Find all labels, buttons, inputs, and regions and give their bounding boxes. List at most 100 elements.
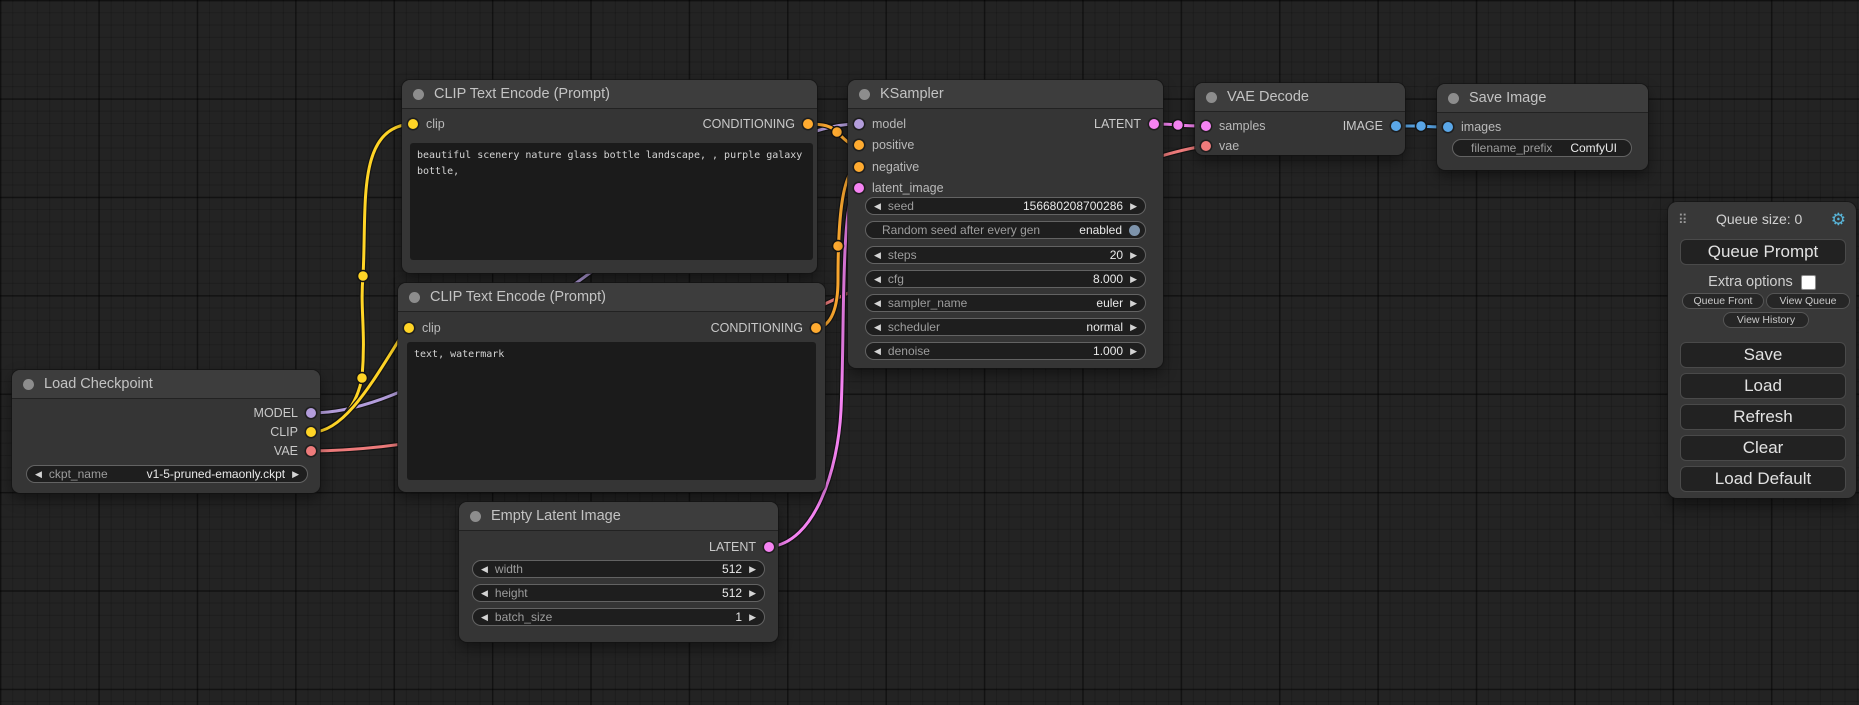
input-port-images[interactable]: images (1443, 120, 1501, 134)
extra-options-checkbox[interactable] (1801, 275, 1816, 290)
collapse-dot-icon[interactable] (859, 89, 870, 100)
decrement-arrow-icon[interactable]: ◀ (874, 299, 881, 308)
node-title-bar[interactable]: Load Checkpoint (12, 370, 320, 398)
increment-arrow-icon[interactable]: ▶ (749, 565, 756, 574)
node-save-image[interactable]: Save Image images filename_prefix ComfyU… (1437, 84, 1648, 170)
output-port-model[interactable]: MODEL (254, 406, 316, 420)
latent-port-icon[interactable] (854, 183, 864, 193)
negative-prompt-textarea[interactable]: text, watermark (407, 342, 816, 480)
output-port-conditioning[interactable]: CONDITIONING (703, 117, 813, 131)
input-port-positive[interactable]: positive (854, 138, 914, 152)
increment-arrow-icon[interactable]: ▶ (1130, 202, 1137, 211)
increment-arrow-icon[interactable]: ▶ (1130, 275, 1137, 284)
load-button[interactable]: Load (1680, 373, 1846, 399)
node-title-bar[interactable]: KSampler (848, 80, 1163, 108)
output-port-clip[interactable]: CLIP (270, 425, 316, 439)
collapse-dot-icon[interactable] (1448, 93, 1459, 104)
node-ksampler[interactable]: KSampler model positive negative latent_… (848, 80, 1163, 368)
output-port-latent[interactable]: LATENT (1094, 117, 1159, 131)
cfg-widget[interactable]: ◀ cfg 8.000 ▶ (865, 270, 1146, 288)
queue-prompt-button[interactable]: Queue Prompt (1680, 239, 1846, 265)
seed-widget[interactable]: ◀ seed 156680208700286 ▶ (865, 197, 1146, 215)
conditioning-port-icon[interactable] (811, 323, 821, 333)
reroute-dot[interactable] (357, 373, 368, 384)
reroute-dot[interactable] (833, 241, 844, 252)
increment-arrow-icon[interactable]: ▶ (749, 589, 756, 598)
queue-panel[interactable]: ⠿ Queue size: 0 ⚙ Queue Prompt Extra opt… (1668, 202, 1856, 498)
latent-port-icon[interactable] (764, 542, 774, 552)
clip-port-icon[interactable] (404, 323, 414, 333)
output-port-conditioning[interactable]: CONDITIONING (711, 321, 821, 335)
reroute-dot[interactable] (832, 127, 843, 138)
node-empty-latent-image[interactable]: Empty Latent Image LATENT ◀ width 512 ▶ … (459, 502, 778, 642)
input-port-negative[interactable]: negative (854, 160, 919, 174)
denoise-widget[interactable]: ◀ denoise 1.000 ▶ (865, 342, 1146, 360)
decrement-arrow-icon[interactable]: ◀ (35, 470, 42, 479)
clip-port-icon[interactable] (408, 119, 418, 129)
steps-widget[interactable]: ◀ steps 20 ▶ (865, 246, 1146, 264)
toggle-enabled-icon[interactable] (1129, 225, 1140, 236)
increment-arrow-icon[interactable]: ▶ (1130, 347, 1137, 356)
gear-icon[interactable]: ⚙ (1831, 211, 1846, 228)
width-widget[interactable]: ◀ width 512 ▶ (472, 560, 765, 578)
image-port-icon[interactable] (1391, 121, 1401, 131)
output-port-latent[interactable]: LATENT (709, 540, 774, 554)
model-port-icon[interactable] (306, 408, 316, 418)
decrement-arrow-icon[interactable]: ◀ (874, 202, 881, 211)
decrement-arrow-icon[interactable]: ◀ (481, 589, 488, 598)
increment-arrow-icon[interactable]: ▶ (1130, 251, 1137, 260)
positive-prompt-textarea[interactable]: beautiful scenery nature glass bottle la… (410, 143, 813, 260)
node-clip-text-encode-positive[interactable]: CLIP Text Encode (Prompt) clip CONDITION… (402, 80, 817, 273)
reroute-dot[interactable] (1416, 121, 1427, 132)
filename-prefix-widget[interactable]: filename_prefix ComfyUI (1452, 139, 1632, 157)
view-queue-button[interactable]: View Queue (1766, 293, 1850, 309)
save-button[interactable]: Save (1680, 342, 1846, 368)
input-port-clip[interactable]: clip (408, 117, 445, 131)
node-title-bar[interactable]: VAE Decode (1195, 83, 1405, 111)
image-port-icon[interactable] (1443, 122, 1453, 132)
output-port-vae[interactable]: VAE (274, 444, 316, 458)
node-title-bar[interactable]: Empty Latent Image (459, 502, 778, 530)
decrement-arrow-icon[interactable]: ◀ (481, 613, 488, 622)
input-port-clip[interactable]: clip (404, 321, 441, 335)
conditioning-port-icon[interactable] (854, 162, 864, 172)
node-title-bar[interactable]: CLIP Text Encode (Prompt) (402, 80, 817, 108)
node-clip-text-encode-negative[interactable]: CLIP Text Encode (Prompt) clip CONDITION… (398, 283, 825, 492)
increment-arrow-icon[interactable]: ▶ (749, 613, 756, 622)
scheduler-widget[interactable]: ◀ scheduler normal ▶ (865, 318, 1146, 336)
height-widget[interactable]: ◀ height 512 ▶ (472, 584, 765, 602)
latent-port-icon[interactable] (1149, 119, 1159, 129)
decrement-arrow-icon[interactable]: ◀ (874, 323, 881, 332)
load-default-button[interactable]: Load Default (1680, 466, 1846, 492)
input-port-vae[interactable]: vae (1201, 139, 1239, 153)
node-load-checkpoint[interactable]: Load Checkpoint MODEL CLIP VAE ◀ ckpt_na… (12, 370, 320, 493)
collapse-dot-icon[interactable] (409, 292, 420, 303)
collapse-dot-icon[interactable] (470, 511, 481, 522)
model-port-icon[interactable] (854, 119, 864, 129)
sampler-name-widget[interactable]: ◀ sampler_name euler ▶ (865, 294, 1146, 312)
decrement-arrow-icon[interactable]: ◀ (874, 347, 881, 356)
vae-port-icon[interactable] (306, 446, 316, 456)
increment-arrow-icon[interactable]: ▶ (1130, 323, 1137, 332)
node-title-bar[interactable]: Save Image (1437, 84, 1648, 112)
node-title-bar[interactable]: CLIP Text Encode (Prompt) (398, 283, 825, 311)
clear-button[interactable]: Clear (1680, 435, 1846, 461)
output-port-image[interactable]: IMAGE (1343, 119, 1401, 133)
decrement-arrow-icon[interactable]: ◀ (874, 251, 881, 260)
view-history-button[interactable]: View History (1723, 312, 1809, 328)
batch-size-widget[interactable]: ◀ batch_size 1 ▶ (472, 608, 765, 626)
node-vae-decode[interactable]: VAE Decode samples vae IMAGE (1195, 83, 1405, 155)
clip-port-icon[interactable] (306, 427, 316, 437)
refresh-button[interactable]: Refresh (1680, 404, 1846, 430)
conditioning-port-icon[interactable] (803, 119, 813, 129)
collapse-dot-icon[interactable] (23, 379, 34, 390)
collapse-dot-icon[interactable] (1206, 92, 1217, 103)
increment-arrow-icon[interactable]: ▶ (1130, 299, 1137, 308)
input-port-samples[interactable]: samples (1201, 119, 1266, 133)
input-port-model[interactable]: model (854, 117, 906, 131)
latent-port-icon[interactable] (1201, 121, 1211, 131)
reroute-dot[interactable] (1173, 120, 1184, 131)
node-graph-canvas[interactable]: Load Checkpoint MODEL CLIP VAE ◀ ckpt_na… (0, 0, 1859, 705)
conditioning-port-icon[interactable] (854, 140, 864, 150)
drag-handle-icon[interactable]: ⠿ (1678, 213, 1688, 226)
